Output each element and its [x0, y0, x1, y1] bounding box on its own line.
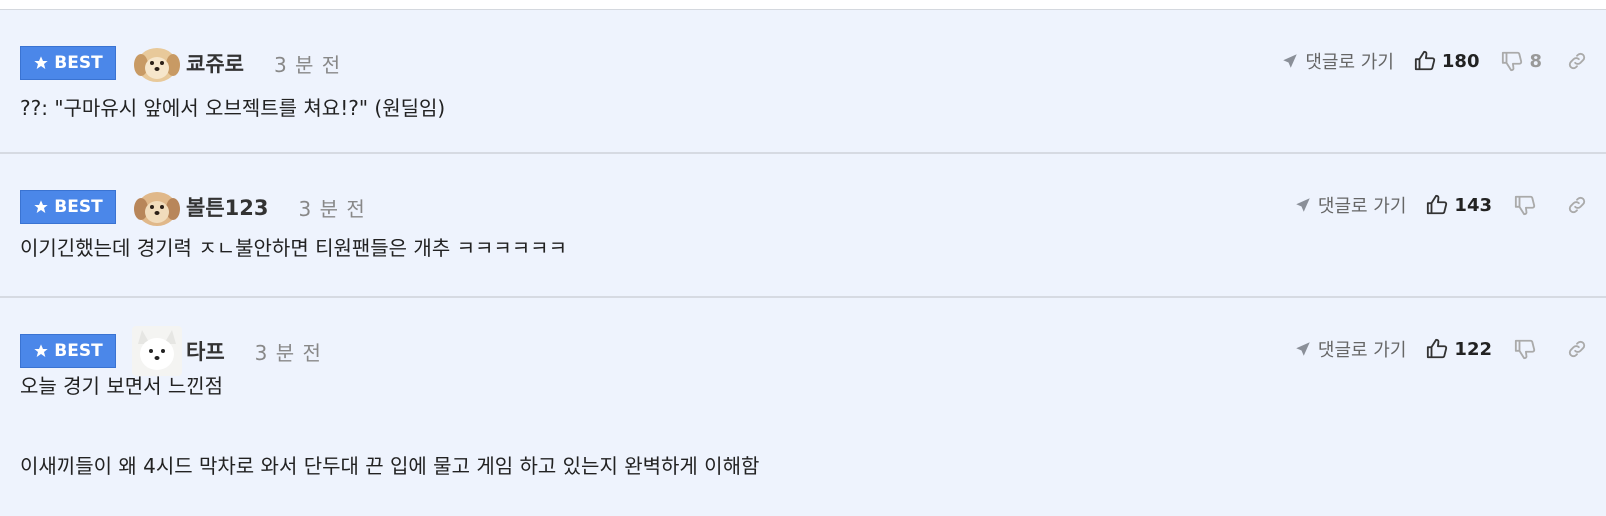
best-badge-label: BEST	[54, 53, 103, 73]
goto-comment-label: 댓글로 가기	[1305, 52, 1394, 73]
comment-text-line: 이기긴했는데 경기력 ㅈㄴ불안하면 티원팬들은 개추 ㅋㅋㅋㅋㅋㅋ	[20, 236, 567, 260]
comment-item: BEST 쿄쥬로 3 분 전 댓글로 가기 180 8 ??: "구마유시 앞에…	[0, 10, 1606, 154]
comment-author[interactable]: 쿄쥬로	[186, 48, 244, 78]
comment-body: 오늘 경기 보면서 느낀점 이새끼들이 왜 4시드 막차로 와서 단두대 끈 입…	[20, 372, 759, 480]
avatar[interactable]	[132, 38, 182, 88]
goto-comment-label: 댓글로 가기	[1317, 340, 1407, 361]
comment-time: 3 분 전	[254, 340, 322, 365]
thumbs-down-icon	[1502, 51, 1523, 72]
dislike-button[interactable]	[1514, 194, 1542, 216]
comment-header: BEST 쿄쥬로 3 분 전	[20, 38, 341, 88]
comment-item: BEST 볼튼123 3 분 전 댓글로 가기 143 이기긴했는데 경기력 ㅈ…	[0, 154, 1606, 298]
comment-time: 3 분 전	[273, 52, 342, 77]
thumbs-down-icon	[1514, 339, 1536, 360]
goto-comment-button[interactable]: 댓글로 가기	[1294, 192, 1407, 218]
copy-link-button[interactable]	[1566, 194, 1588, 216]
copy-link-button[interactable]	[1566, 50, 1588, 72]
best-badge-label: BEST	[54, 341, 103, 361]
send-arrow-icon	[1296, 198, 1310, 212]
comment-actions: 댓글로 가기 122	[1294, 334, 1606, 364]
comment-header: BEST 볼튼123 3 분 전	[20, 182, 366, 232]
comment-body: 이기긴했는데 경기력 ㅈㄴ불안하면 티원팬들은 개추 ㅋㅋㅋㅋㅋㅋ	[20, 234, 567, 262]
dislike-button[interactable]: 8	[1501, 50, 1542, 72]
comment-actions: 댓글로 가기 180 8	[1281, 46, 1606, 76]
comment-header: BEST 타프 3 분 전	[20, 326, 322, 376]
best-badge: BEST	[20, 334, 116, 368]
link-icon	[1568, 52, 1586, 70]
like-button[interactable]: 122	[1426, 338, 1492, 360]
link-icon	[1568, 340, 1586, 358]
comment-time: 3 분 전	[298, 196, 366, 221]
goto-comment-button[interactable]: 댓글로 가기	[1281, 48, 1394, 74]
best-badge: BEST	[20, 46, 116, 80]
comment-text-line: 이새끼들이 왜 4시드 막차로 와서 단두대 끈 입에 물고 게임 하고 있는지…	[20, 454, 760, 478]
thumbs-up-icon	[1427, 194, 1448, 215]
send-arrow-icon	[1296, 342, 1310, 356]
star-icon	[34, 200, 48, 213]
like-button[interactable]: 180	[1414, 50, 1480, 72]
comment-text-line: ??: "구마유시 앞에서 오브젝트를 쳐요!?" (원딜임)	[20, 96, 446, 120]
dislike-button[interactable]	[1514, 338, 1542, 360]
avatar[interactable]	[132, 182, 182, 232]
comment-actions: 댓글로 가기 143	[1294, 190, 1606, 220]
copy-link-button[interactable]	[1566, 338, 1588, 360]
top-strip	[0, 0, 1606, 10]
like-count: 122	[1454, 338, 1492, 360]
send-arrow-icon	[1283, 54, 1298, 68]
thumbs-down-icon	[1514, 195, 1536, 216]
comment-author[interactable]: 타프	[186, 336, 225, 366]
thumbs-up-icon	[1427, 338, 1448, 359]
best-badge-label: BEST	[54, 197, 103, 217]
comment-body: ??: "구마유시 앞에서 오브젝트를 쳐요!?" (원딜임)	[20, 94, 445, 122]
comment-text-line: 오늘 경기 보면서 느낀점	[20, 374, 224, 398]
goto-comment-button[interactable]: 댓글로 가기	[1294, 336, 1407, 362]
link-icon	[1568, 196, 1586, 214]
avatar[interactable]	[132, 326, 182, 376]
star-icon	[34, 344, 48, 357]
thumbs-up-icon	[1414, 50, 1436, 71]
star-icon	[34, 56, 48, 69]
like-count: 143	[1454, 194, 1492, 216]
like-count: 180	[1441, 50, 1480, 72]
comment-author[interactable]: 볼튼123	[186, 192, 268, 222]
like-button[interactable]: 143	[1426, 194, 1492, 216]
best-badge: BEST	[20, 190, 116, 224]
dislike-count: 8	[1529, 50, 1542, 72]
goto-comment-label: 댓글로 가기	[1317, 196, 1407, 217]
comment-item: BEST 타프 3 분 전 댓글로 가기 122 오늘 경기 보면서 느낀점 이…	[0, 298, 1606, 516]
